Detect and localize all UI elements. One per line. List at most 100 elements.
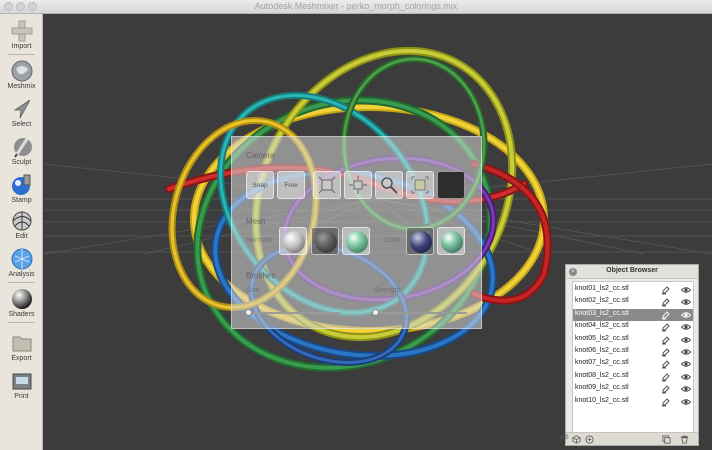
arrow-icon (13, 99, 30, 119)
hotbox-panel: Camera Snap Free Mesh Normals Color Brus… (231, 136, 482, 329)
eye-icon[interactable] (681, 310, 691, 320)
object-row[interactable]: knot04_ls2_cc.stl (573, 321, 693, 333)
strength-slider-knob[interactable] (372, 309, 379, 316)
mesh-left-label: Normals (246, 237, 273, 244)
camera-pan-button[interactable] (344, 171, 372, 199)
printer-icon (12, 373, 31, 390)
tool-label: Stamp (11, 197, 32, 204)
tool-import[interactable]: Import (0, 20, 43, 50)
eye-icon[interactable] (681, 384, 691, 394)
tool-edit[interactable]: Edit (0, 210, 43, 240)
object-row[interactable]: knot03_ls2_cc.stl (573, 308, 693, 321)
eye-icon[interactable] (681, 335, 691, 345)
tool-label: Print (14, 393, 29, 400)
edit-object-icon[interactable] (661, 359, 671, 369)
tool-label: Select (11, 121, 32, 128)
edit-object-icon[interactable] (661, 347, 671, 357)
object-name: knot02_ls2_cc.stl (575, 297, 629, 305)
object-browser: × Object Browser knot01_ls2_cc.stl knot02… (559, 264, 699, 446)
eye-icon[interactable] (681, 372, 691, 382)
tool-print[interactable]: Print (0, 370, 43, 400)
tool-label: Import (11, 43, 32, 50)
tool-label: Edit (15, 233, 28, 240)
tool-meshmix[interactable]: Meshmix (0, 60, 43, 90)
object-name: knot08_ls2_cc.stl (575, 371, 629, 379)
size-slider-knob[interactable] (245, 309, 252, 316)
mesh-right-label: Color (384, 237, 401, 244)
object-name: knot06_ls2_cc.stl (575, 347, 629, 354)
object-name: knot07_ls2_cc.stl (575, 359, 629, 367)
tool-label: Analysis (8, 271, 35, 278)
eye-icon[interactable] (681, 285, 691, 295)
camera-section-title: Camera (246, 151, 275, 160)
shader-white-swatch[interactable] (279, 227, 307, 255)
camera-fit-button[interactable] (313, 171, 341, 199)
toolbar-divider (8, 322, 35, 323)
tool-shaders[interactable]: Shaders (0, 288, 43, 318)
edit-object-icon[interactable] (661, 384, 671, 394)
object-row[interactable]: knot10_ls2_cc.stl (573, 396, 693, 408)
left-toolbar: Import Meshmix Select Sculpt Stamp Edit … (0, 14, 43, 450)
object-row[interactable]: knot09_ls2_cc.stl (573, 383, 693, 395)
object-row[interactable]: knot08_ls2_cc.stl (573, 371, 693, 383)
camera-snap-button[interactable]: Snap (246, 171, 274, 199)
tool-label: Sculpt (11, 159, 32, 166)
object-row[interactable]: knot07_ls2_cc.stl (573, 358, 693, 370)
object-name: knot05_ls2_cc.stl (575, 334, 629, 342)
zoom-view-icon (381, 177, 398, 194)
object-name: knot03_ls2_cc.stl (575, 309, 629, 317)
eye-icon[interactable] (681, 347, 691, 357)
camera-free-button[interactable]: Free (277, 171, 305, 199)
toolbar-divider (8, 282, 35, 283)
pan-view-icon (349, 176, 367, 194)
eye-icon[interactable] (681, 297, 691, 307)
object-row[interactable]: knot01_ls2_cc.stl (573, 284, 693, 296)
folder-icon (12, 336, 31, 352)
tool-analysis[interactable]: Analysis (0, 248, 43, 278)
shader-rough-swatch[interactable] (311, 227, 339, 255)
shader-navy-swatch[interactable] (406, 227, 434, 255)
object-browser-footer: VIS (559, 432, 698, 445)
camera-zoom-button[interactable] (375, 171, 403, 199)
toolbar-divider (8, 54, 35, 55)
stamp-icon (11, 174, 30, 195)
edit-object-icon[interactable] (661, 310, 671, 320)
strength-slider[interactable] (372, 309, 467, 316)
object-name: knot10_ls2_cc.stl (575, 396, 629, 404)
object-row[interactable]: knot05_ls2_cc.stl (573, 334, 693, 346)
edit-object-icon[interactable] (661, 397, 671, 407)
frame-view-icon (411, 176, 429, 194)
tool-export[interactable]: Export (0, 332, 43, 362)
edit-object-icon[interactable] (661, 372, 671, 382)
edit-object-icon[interactable] (661, 335, 671, 345)
brush-icon (13, 138, 32, 158)
edit-object-icon[interactable] (661, 322, 671, 332)
meshmix-icon (11, 60, 32, 82)
size-label: Size (246, 287, 260, 294)
object-row[interactable]: knot02_ls2_cc.stl (573, 296, 693, 308)
edit-object-icon[interactable] (661, 297, 671, 307)
eye-icon[interactable] (681, 322, 691, 332)
object-row[interactable]: knot06_ls2_cc.stl (573, 346, 693, 358)
footer-label: VIS (559, 435, 569, 441)
object-name: knot01_ls2_cc.stl (575, 285, 629, 292)
combine-icon[interactable] (585, 435, 594, 444)
shader-teal-swatch[interactable] (437, 227, 465, 255)
eye-icon[interactable] (681, 359, 691, 369)
title-bar: Autodesk Meshmixer - perko_morph_colorin… (0, 0, 712, 14)
plus-icon (11, 20, 32, 42)
fit-view-icon (318, 176, 336, 194)
tool-stamp[interactable]: Stamp (0, 174, 43, 204)
duplicate-icon[interactable] (662, 435, 671, 444)
trash-icon[interactable] (680, 435, 689, 444)
eye-icon[interactable] (681, 397, 691, 407)
background-color-swatch[interactable] (437, 171, 465, 199)
cube-icon[interactable] (572, 435, 581, 444)
camera-frame-button[interactable] (406, 171, 434, 199)
size-slider[interactable] (245, 309, 340, 316)
object-name: knot09_ls2_cc.stl (575, 384, 629, 392)
edit-object-icon[interactable] (661, 285, 671, 295)
shader-green-swatch[interactable] (342, 227, 370, 255)
tool-sculpt[interactable]: Sculpt (0, 136, 43, 166)
tool-select[interactable]: Select (0, 98, 43, 128)
